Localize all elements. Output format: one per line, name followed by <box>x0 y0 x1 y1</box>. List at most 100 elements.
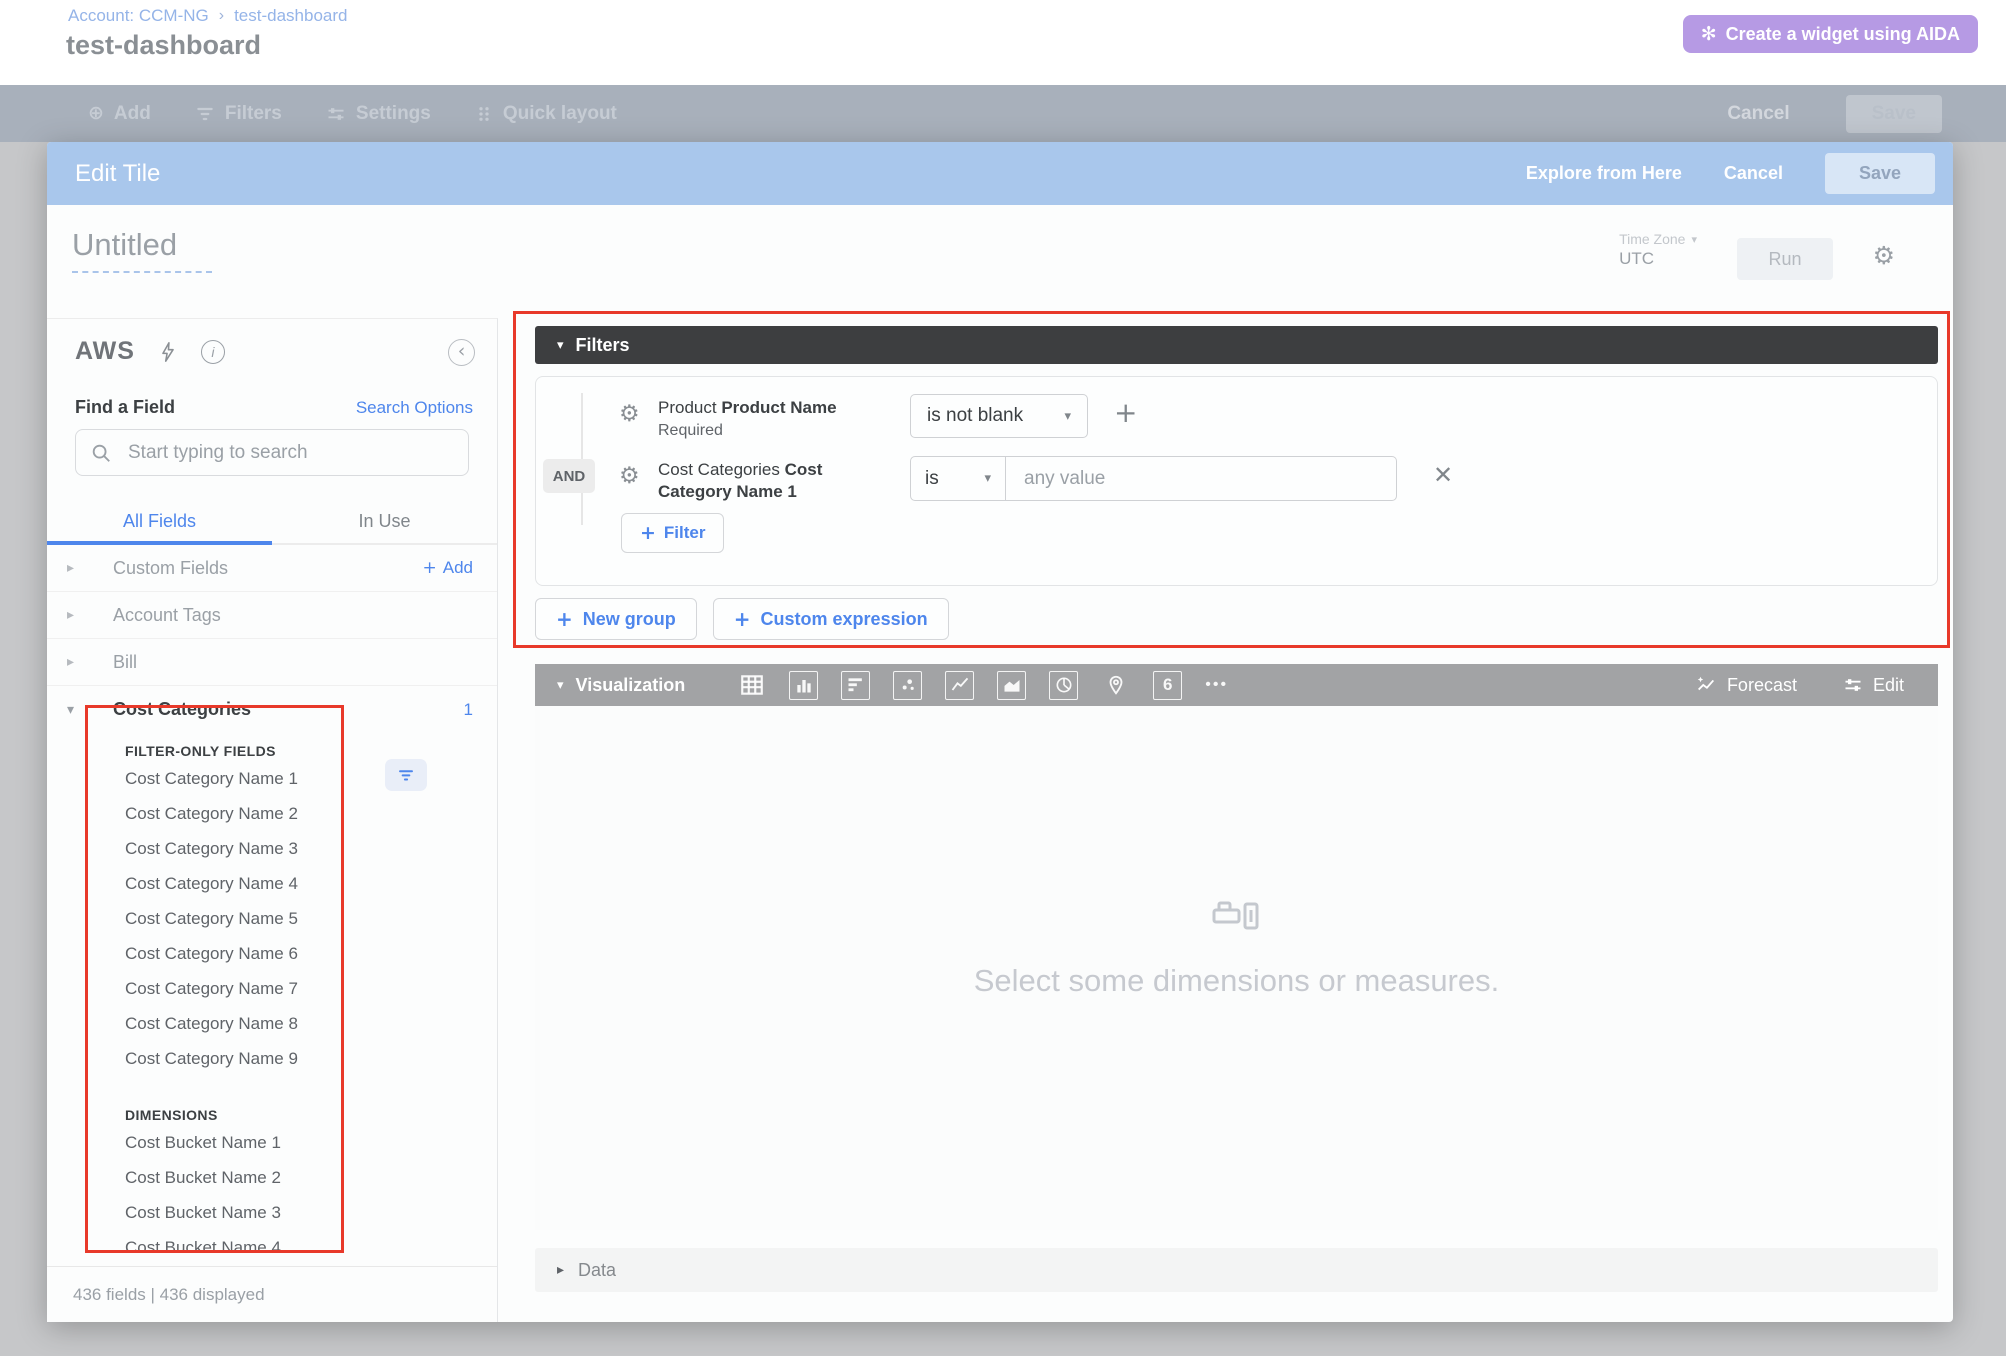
custom-expression-button[interactable]: + Custom expression <box>713 598 949 640</box>
field-item[interactable]: Cost Bucket Name 4 <box>125 1238 281 1258</box>
modal-cancel-button[interactable]: Cancel <box>1724 163 1783 184</box>
sidebar-item-bill[interactable]: ▸ Bill <box>47 639 497 686</box>
custom-fields-label: Custom Fields <box>113 558 228 579</box>
bar-chart-viz-icon[interactable] <box>841 671 870 700</box>
visualization-section-label: Visualization <box>576 675 686 696</box>
search-input[interactable] <box>126 441 454 465</box>
connection-name: AWS <box>75 337 135 366</box>
account-tags-label: Account Tags <box>113 605 221 626</box>
add-filter-button[interactable]: + Filter <box>621 513 724 553</box>
field-item[interactable]: Cost Category Name 8 <box>125 1014 298 1034</box>
tile-title-row: Untitled Time Zone ▾ UTC Run ⚙ <box>47 205 1953 318</box>
toolbar-quick-layout-button[interactable]: Quick layout <box>475 103 617 125</box>
tile-name-input[interactable]: Untitled <box>72 227 212 273</box>
plus-icon: + <box>640 524 656 543</box>
filter-view-name: Product <box>658 398 717 417</box>
page-topbar: Account: CCM-NG › test-dashboard test-da… <box>0 0 2006 85</box>
create-widget-aida-button[interactable]: ✻ Create a widget using AIDA <box>1683 15 1978 53</box>
find-a-field-label: Find a Field <box>75 397 175 418</box>
operator-dropdown-is-not-blank[interactable]: is not blank ▾ <box>910 394 1088 438</box>
tab-in-use[interactable]: In Use <box>272 499 497 543</box>
filter-gear-icon[interactable]: ⚙ <box>619 465 640 488</box>
empty-state-text: Select some dimensions or measures. <box>974 963 1500 999</box>
info-icon[interactable]: i <box>201 340 225 364</box>
visualization-section-bar[interactable]: ▾ Visualization <box>535 664 1938 706</box>
data-section-bar[interactable]: ▸ Data <box>535 1248 1938 1292</box>
dashboard-save-button[interactable]: Save <box>1846 95 1942 133</box>
table-viz-icon[interactable] <box>737 671 766 700</box>
toolbar-settings-button[interactable]: Settings <box>326 103 431 125</box>
modal-save-button[interactable]: Save <box>1825 153 1935 194</box>
breadcrumb-account-link[interactable]: Account: CCM-NG <box>68 6 209 26</box>
filter-value-input[interactable] <box>1006 456 1397 501</box>
dashboard-cancel-button[interactable]: Cancel <box>1727 103 1789 125</box>
single-value-viz-icon[interactable]: 6 <box>1153 671 1182 700</box>
dashboard-toolbar: ⊕ Add Filters Settings Quick layout <box>0 85 2006 142</box>
more-viz-types-icon[interactable]: ••• <box>1205 676 1228 694</box>
info-letter: i <box>211 344 214 360</box>
operator-value: is <box>925 468 939 490</box>
collapse-sidebar-button[interactable]: ‹ <box>448 339 475 366</box>
page-title: test-dashboard <box>66 30 261 61</box>
column-chart-viz-icon[interactable] <box>789 671 818 700</box>
caret-down-icon: ▾ <box>557 339 564 352</box>
cost-categories-count-badge: 1 <box>464 700 473 720</box>
viz-bar-actions: Forecast Edit <box>1695 674 1904 696</box>
bill-label: Bill <box>113 652 137 673</box>
explore-from-here-button[interactable]: Explore from Here <box>1526 163 1682 184</box>
field-item[interactable]: Cost Category Name 4 <box>125 874 298 894</box>
add-filter-value-plus-icon[interactable]: + <box>1114 399 1137 427</box>
filter-gear-icon[interactable]: ⚙ <box>619 403 640 426</box>
filters-section-bar[interactable]: ▾ Filters <box>535 326 1938 364</box>
edit-viz-button[interactable]: Edit <box>1843 675 1904 696</box>
search-options-link[interactable]: Search Options <box>356 398 473 418</box>
and-connector-chip[interactable]: AND <box>543 459 595 493</box>
remove-filter-icon[interactable]: ✕ <box>1433 463 1453 487</box>
field-item[interactable]: Cost Category Name 9 <box>125 1049 298 1069</box>
forecast-button[interactable]: Forecast <box>1695 674 1797 696</box>
sidebar-item-custom-fields[interactable]: ▸ Custom Fields + Add <box>47 545 497 592</box>
search-icon <box>90 442 112 464</box>
field-item[interactable]: Cost Category Name 5 <box>125 909 298 929</box>
toolbar-quick-layout-label: Quick layout <box>503 103 617 125</box>
toolbar-filters-button[interactable]: Filters <box>195 103 282 125</box>
timezone-selector[interactable]: Time Zone ▾ UTC <box>1619 231 1697 269</box>
add-custom-field-link[interactable]: + Add <box>423 558 474 578</box>
operator-dropdown-is[interactable]: is ▾ <box>910 456 1006 501</box>
run-button[interactable]: Run <box>1737 238 1833 280</box>
circle-plus-icon: ⊕ <box>88 104 104 123</box>
field-item[interactable]: Cost Bucket Name 2 <box>125 1168 281 1188</box>
tab-all-fields[interactable]: All Fields <box>47 499 272 543</box>
breadcrumb-page-link[interactable]: test-dashboard <box>234 6 347 26</box>
field-item[interactable]: Cost Category Name 1 <box>125 769 298 789</box>
filters-panel: ⚙ Product Product Name Required is not b… <box>535 376 1938 586</box>
field-count-footer: 436 fields | 436 displayed <box>47 1266 497 1322</box>
pie-chart-viz-icon[interactable] <box>1049 671 1078 700</box>
filter-field-name: Product Name <box>721 398 836 417</box>
line-chart-viz-icon[interactable] <box>945 671 974 700</box>
field-search-box <box>75 429 469 476</box>
field-item[interactable]: Cost Category Name 2 <box>125 804 298 824</box>
query-settings-gear-icon[interactable]: ⚙ <box>1873 243 1895 268</box>
toolbar-add-button[interactable]: ⊕ Add <box>88 103 151 125</box>
edit-tile-modal: Edit Tile Explore from Here Cancel Save … <box>47 142 1953 1322</box>
toolbar-filters-label: Filters <box>225 103 282 125</box>
field-item[interactable]: Cost Bucket Name 3 <box>125 1203 281 1223</box>
filter-condition-combo: is ▾ <box>910 456 1397 501</box>
map-viz-icon[interactable] <box>1101 671 1130 700</box>
edit-label: Edit <box>1873 675 1904 696</box>
new-group-label: New group <box>583 609 676 630</box>
field-item[interactable]: Cost Bucket Name 1 <box>125 1133 281 1153</box>
field-filter-toggle[interactable] <box>385 759 427 791</box>
field-item[interactable]: Cost Category Name 7 <box>125 979 298 999</box>
new-group-button[interactable]: + New group <box>535 598 697 640</box>
area-chart-viz-icon[interactable] <box>997 671 1026 700</box>
field-item[interactable]: Cost Category Name 3 <box>125 839 298 859</box>
field-item[interactable]: Cost Category Name 6 <box>125 944 298 964</box>
scatter-viz-icon[interactable] <box>893 671 922 700</box>
filter-view-name: Cost Categories <box>658 460 780 479</box>
sidebar-item-account-tags[interactable]: ▸ Account Tags <box>47 592 497 639</box>
timezone-value: UTC <box>1619 249 1697 269</box>
sidebar-item-cost-categories[interactable]: ▾ Cost Categories 1 <box>47 686 497 733</box>
flashlight-icon <box>1211 897 1263 933</box>
